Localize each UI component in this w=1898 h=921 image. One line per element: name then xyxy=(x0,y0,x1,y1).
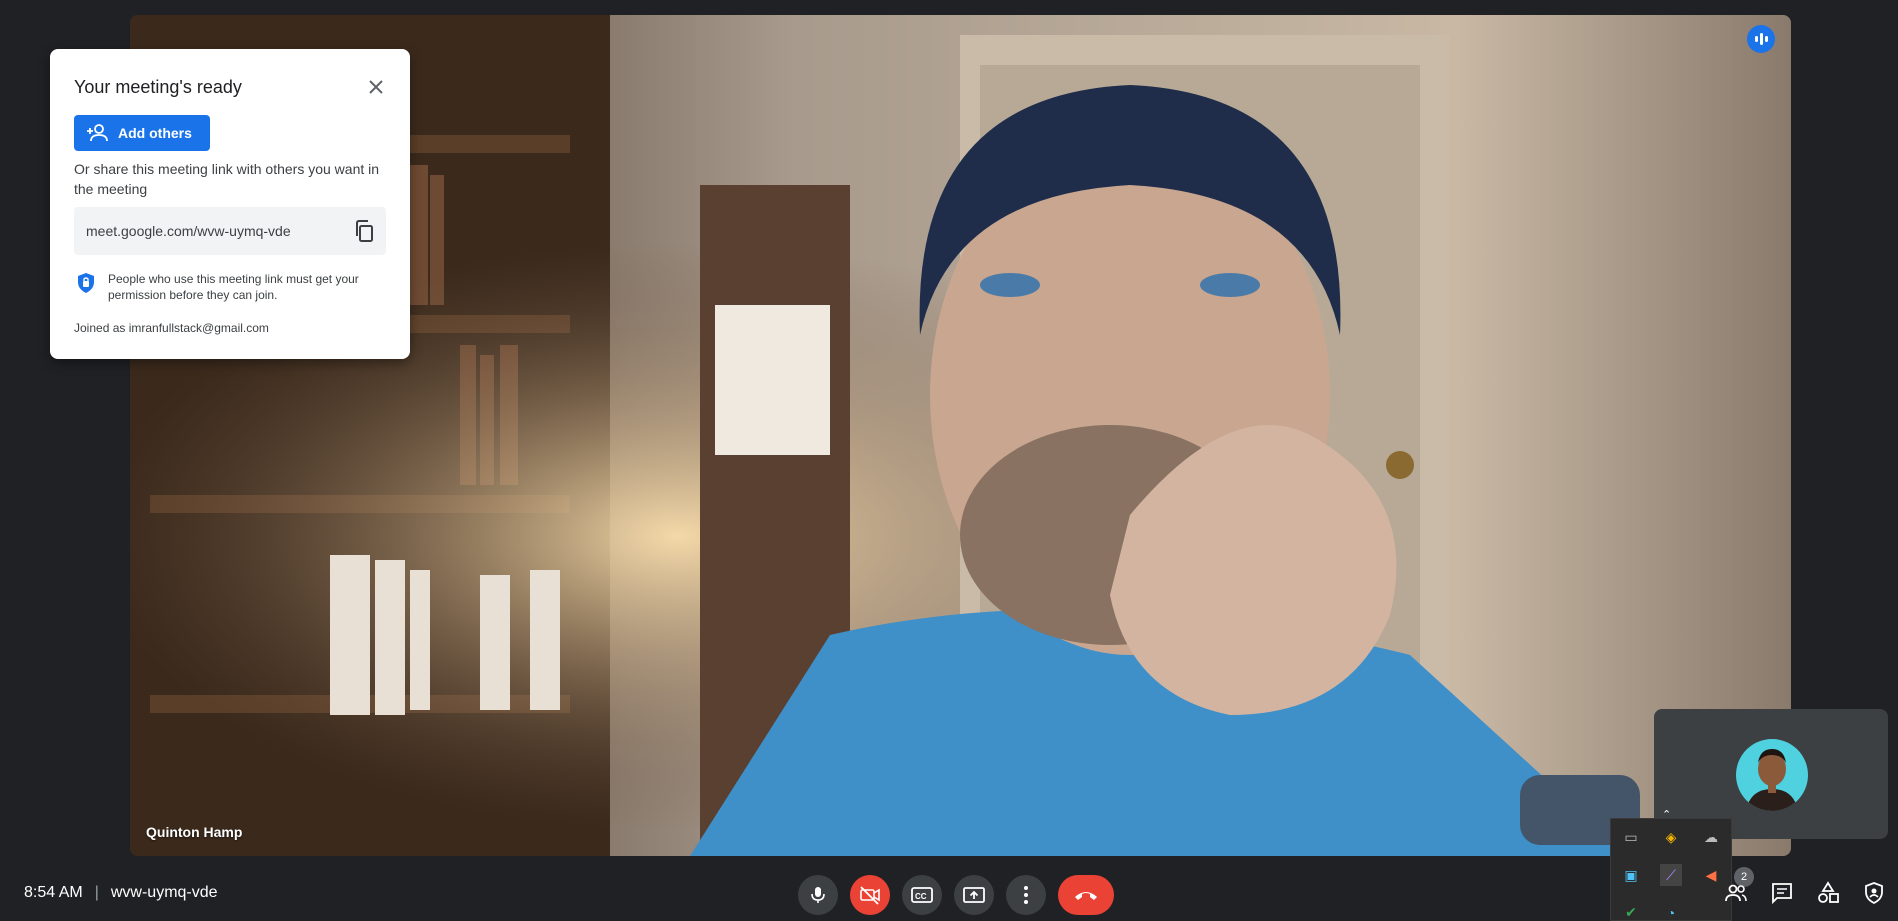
more-vert-icon xyxy=(1024,886,1028,904)
copy-icon[interactable] xyxy=(352,219,376,243)
end-call-button[interactable] xyxy=(1058,875,1114,915)
permission-note: People who use this meeting link must ge… xyxy=(74,271,386,303)
app-tray-icon[interactable]: ▣ xyxy=(1620,864,1642,886)
pen-icon[interactable]: ⟋ xyxy=(1660,864,1682,886)
participant-name: Quinton Hamp xyxy=(146,824,243,840)
current-time: 8:54 AM xyxy=(24,884,83,901)
joined-as-text: Joined as imranfullstack@gmail.com xyxy=(74,321,269,335)
speaker-icon[interactable]: ◀ xyxy=(1700,864,1722,886)
activities-icon[interactable] xyxy=(1816,881,1840,905)
monitor-icon[interactable]: ▭ xyxy=(1620,826,1642,848)
dialog-title: Your meeting's ready xyxy=(74,77,242,97)
shield-tray-icon[interactable]: ◈ xyxy=(1660,826,1682,848)
add-others-button[interactable]: Add others xyxy=(74,115,210,151)
meeting-link: meet.google.com/wvw-uymq-vde xyxy=(86,223,291,239)
avatar xyxy=(1736,739,1808,811)
permission-text: People who use this meeting link must ge… xyxy=(108,272,359,302)
shield-icon xyxy=(78,273,94,293)
meeting-link-box: meet.google.com/wvw-uymq-vde xyxy=(74,207,386,255)
people-icon[interactable] xyxy=(1724,881,1748,905)
present-button[interactable] xyxy=(954,875,994,915)
svg-text:CC: CC xyxy=(915,892,927,901)
person-add-icon xyxy=(87,124,108,142)
meeting-ready-dialog: Your meeting's ready Add others Or share… xyxy=(50,49,410,359)
audio-level-icon xyxy=(1747,25,1775,53)
host-controls-icon[interactable] xyxy=(1862,881,1886,905)
close-icon[interactable] xyxy=(364,75,388,99)
add-others-label: Add others xyxy=(118,125,192,141)
network-icon[interactable]: ◔ xyxy=(1660,904,1682,921)
cloud-off-icon[interactable]: ☁ xyxy=(1700,826,1722,848)
videocam-off-icon xyxy=(860,886,880,905)
present-screen-icon xyxy=(963,887,985,903)
check-icon[interactable]: ✔ xyxy=(1620,904,1642,921)
meeting-details: 8:54 AM | wvw-uymq-vde xyxy=(24,884,218,902)
closed-caption-icon: CC xyxy=(911,887,933,903)
share-instructions: Or share this meeting link with others y… xyxy=(74,161,380,197)
camera-toggle-button[interactable] xyxy=(850,875,890,915)
captions-button[interactable]: CC xyxy=(902,875,942,915)
meeting-code: wvw-uymq-vde xyxy=(110,884,218,901)
separator: | xyxy=(94,884,99,901)
more-options-button[interactable] xyxy=(1006,875,1046,915)
mic-button[interactable] xyxy=(798,875,838,915)
chat-icon[interactable] xyxy=(1770,881,1794,905)
side-panel-buttons xyxy=(1724,881,1886,905)
mic-icon xyxy=(811,887,825,903)
call-controls: CC xyxy=(798,875,1114,915)
call-end-icon xyxy=(1075,892,1097,900)
